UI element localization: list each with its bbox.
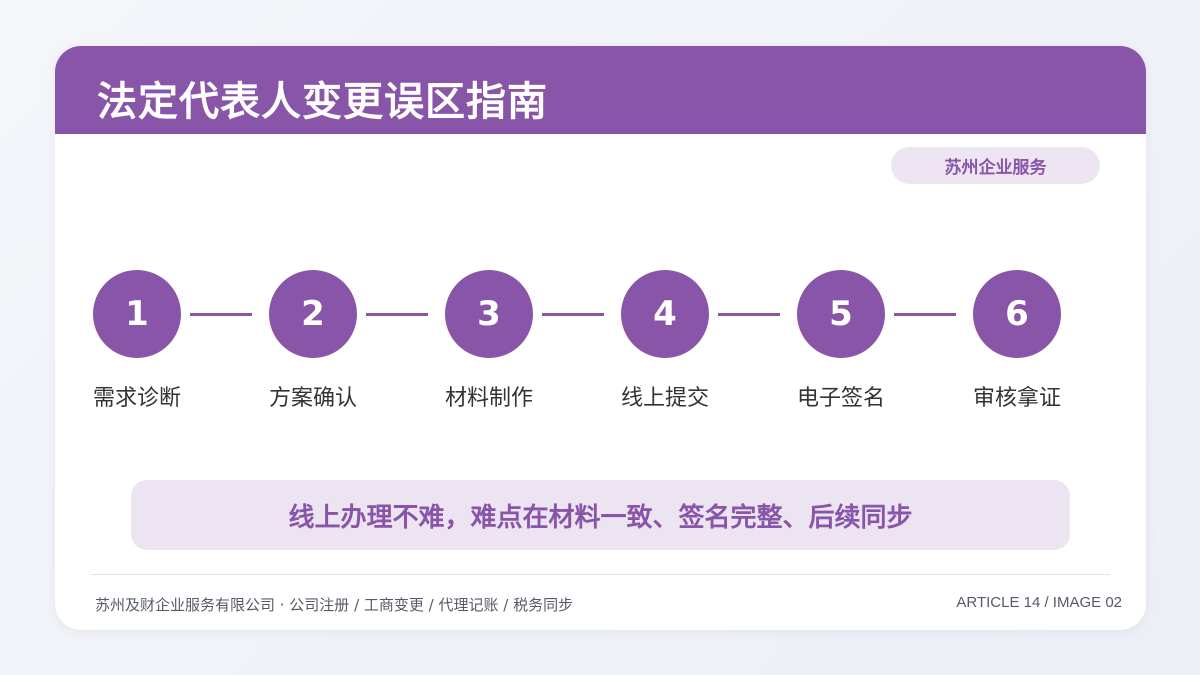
step-label: 审核拿证 [972,386,1061,411]
page-title: 法定代表人变更误区指南 [97,79,548,125]
step-3: 3 材料制作 [419,270,559,411]
step-label: 线上提交 [620,386,709,411]
step-5: 5 电子签名 [771,270,911,411]
step-label: 需求诊断 [92,386,181,411]
step-label: 电子签名 [796,386,885,411]
content-card: 法定代表人变更误区指南 苏州企业服务 1 需求诊断 2 方案确认 3 材料制作 … [55,46,1146,630]
step-1: 1 需求诊断 [67,270,207,411]
footer-company-text: 苏州及财企业服务有限公司 · 公司注册 / 工商变更 / 代理记账 / 税务同步 [95,596,574,614]
footer-article-label: ARTICLE 14 / IMAGE 02 [956,594,1122,611]
step-number-circle: 5 [797,270,885,358]
step-number-circle: 6 [973,270,1061,358]
step-label: 材料制作 [444,386,533,411]
step-6: 6 审核拿证 [947,270,1087,411]
step-4: 4 线上提交 [595,270,735,411]
key-tip-banner: 线上办理不难，难点在材料一致、签名完整、后续同步 [131,480,1070,550]
step-2: 2 方案确认 [243,270,383,411]
step-number-circle: 1 [93,270,181,358]
step-number-circle: 4 [621,270,709,358]
step-label: 方案确认 [268,386,357,411]
step-number-circle: 2 [269,270,357,358]
step-number-circle: 3 [445,270,533,358]
header-banner: 法定代表人变更误区指南 [55,46,1146,134]
brand-badge: 苏州企业服务 [891,147,1100,184]
footer-divider [91,574,1110,575]
